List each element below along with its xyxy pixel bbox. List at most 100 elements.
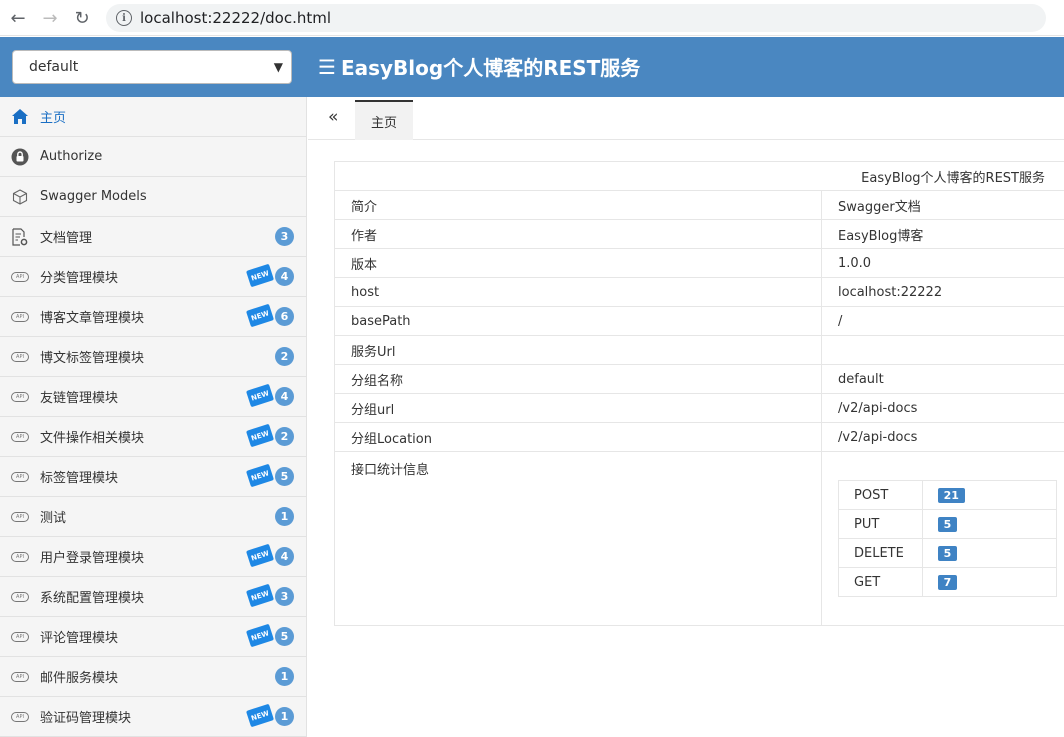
- sidebar-item-8[interactable]: API 文件操作相关模块 NEW 2: [0, 417, 306, 457]
- sidebar-item-10[interactable]: API 测试 1: [0, 497, 306, 537]
- api-count: 7: [937, 574, 958, 590]
- sidebar-item-label: 博客文章管理模块: [40, 311, 145, 326]
- http-method: DELETE: [838, 538, 923, 568]
- api-cloud-icon: API: [0, 471, 40, 482]
- count-badge: 2: [275, 347, 294, 366]
- info-key: 简介: [334, 190, 822, 220]
- document-settings-icon: [0, 227, 40, 246]
- info-row: 简介 Swagger文档: [334, 190, 1064, 220]
- api-cloud-icon: API: [0, 551, 40, 562]
- info-icon[interactable]: i: [116, 10, 132, 26]
- sidebar-item-12[interactable]: API 系统配置管理模块 NEW 3: [0, 577, 306, 617]
- page-title-text: EasyBlog个人博客的REST服务: [340, 56, 641, 80]
- sidebar-item-label: 主页: [40, 111, 67, 126]
- stats-item: PUT 5: [838, 509, 1058, 539]
- count-badge: 6: [275, 307, 294, 326]
- lock-icon: [0, 148, 40, 166]
- count-badge: 4: [275, 267, 294, 286]
- sidebar-item-7[interactable]: API 友链管理模块 NEW 4: [0, 377, 306, 417]
- sidebar-item-15[interactable]: API 验证码管理模块 NEW 1: [0, 697, 306, 737]
- chevron-down-icon: ▼: [273, 60, 283, 74]
- sidebar-item-13[interactable]: API 评论管理模块 NEW 5: [0, 617, 306, 657]
- new-badge: NEW: [245, 463, 275, 488]
- tab-bar: « 主页: [308, 97, 1064, 140]
- http-method: GET: [838, 567, 923, 597]
- sidebar-item-label: 评论管理模块: [40, 631, 119, 646]
- info-value: default: [821, 364, 1064, 394]
- sidebar-item-5[interactable]: API 博客文章管理模块 NEW 6: [0, 297, 306, 337]
- new-badge: NEW: [245, 423, 275, 448]
- sidebar-item-4[interactable]: API 分类管理模块 NEW 4: [0, 257, 306, 297]
- cube-icon: [0, 188, 40, 205]
- stats-item: POST 21: [838, 480, 1058, 510]
- api-count: 21: [937, 487, 965, 503]
- sidebar-item-14[interactable]: API 邮件服务模块 1: [0, 657, 306, 697]
- info-key: 服务Url: [334, 335, 822, 365]
- info-key: 分组Location: [334, 422, 822, 452]
- info-value: /v2/api-docs: [821, 422, 1064, 452]
- info-key: 分组名称: [334, 364, 822, 394]
- count-badge: 2: [275, 427, 294, 446]
- info-key: host: [334, 277, 822, 307]
- sidebar-item-label: Swagger Models: [40, 189, 147, 204]
- sidebar-item-label: 文件操作相关模块: [40, 431, 145, 446]
- sidebar-item-3[interactable]: 文档管理 3: [0, 217, 306, 257]
- forward-arrow-icon[interactable]: →: [38, 6, 62, 30]
- count-badge: 1: [275, 507, 294, 526]
- sidebar-item-label: 邮件服务模块: [40, 671, 119, 686]
- stats-cell: POST 21 PUT 5 DELETE 5 GET 7: [821, 451, 1064, 626]
- header-bar: default ▼ ☰ EasyBlog个人博客的REST服务: [0, 37, 1064, 97]
- new-badge: NEW: [245, 703, 275, 728]
- url-text: localhost:22222/doc.html: [140, 9, 332, 27]
- tab-home[interactable]: 主页: [355, 100, 413, 140]
- sidebar-item-11[interactable]: API 用户登录管理模块 NEW 4: [0, 537, 306, 577]
- sidebar-item-label: Authorize: [40, 149, 103, 164]
- info-row: host localhost:22222: [334, 277, 1064, 307]
- tab-home-label: 主页: [370, 115, 397, 131]
- api-cloud-icon: API: [0, 431, 40, 442]
- sidebar-item-label: 测试: [40, 511, 67, 526]
- api-cloud-icon: API: [0, 311, 40, 322]
- info-value: EasyBlog博客: [821, 219, 1064, 249]
- sidebar-item-label: 友链管理模块: [40, 391, 119, 406]
- api-count: 5: [937, 545, 958, 561]
- group-select[interactable]: default ▼: [12, 50, 292, 84]
- browser-toolbar: ← → ↻ i localhost:22222/doc.html: [0, 0, 1064, 36]
- count-badge: 4: [275, 547, 294, 566]
- sidebar-item-label: 文档管理: [40, 231, 93, 246]
- info-value: /: [821, 306, 1064, 336]
- collapse-sidebar-icon[interactable]: «: [328, 107, 338, 127]
- sidebar-item-6[interactable]: API 博文标签管理模块 2: [0, 337, 306, 377]
- sidebar-item-2[interactable]: Swagger Models: [0, 177, 306, 217]
- sidebar: 主页 Authorize Swagger Models 文档管理 3 API 分类管理模块 N…: [0, 97, 307, 737]
- new-badge: NEW: [245, 383, 275, 408]
- sidebar-item-1[interactable]: Authorize: [0, 137, 306, 177]
- back-arrow-icon[interactable]: ←: [6, 6, 30, 30]
- info-row: 分组名称 default: [334, 364, 1064, 394]
- sidebar-item-label: 博文标签管理模块: [40, 351, 145, 366]
- reload-icon[interactable]: ↻: [70, 6, 94, 30]
- group-select-value: default: [29, 59, 79, 75]
- info-row: 分组url/v2/api-docs: [334, 393, 1064, 423]
- info-value: Swagger文档: [821, 190, 1064, 220]
- sidebar-item-9[interactable]: API 标签管理模块 NEW 5: [0, 457, 306, 497]
- api-cloud-icon: API: [0, 711, 40, 722]
- address-bar[interactable]: i localhost:22222/doc.html: [106, 4, 1046, 32]
- menu-icon[interactable]: ☰: [318, 55, 336, 79]
- info-value: 1.0.0: [821, 248, 1064, 278]
- stats-item: GET 7: [838, 567, 1058, 597]
- page-title: ☰ EasyBlog个人博客的REST服务: [318, 52, 640, 81]
- info-value: /v2/api-docs: [821, 393, 1064, 423]
- info-table: EasyBlog个人博客的REST服务 简介 Swagger文档 作者 EasyBlo…: [334, 161, 1064, 626]
- info-key: 分组url: [334, 393, 822, 423]
- home-icon: [0, 109, 40, 124]
- count-badge: 4: [275, 387, 294, 406]
- info-row: 服务Url: [334, 335, 1064, 365]
- api-cloud-icon: API: [0, 591, 40, 602]
- sidebar-item-0[interactable]: 主页: [0, 97, 306, 137]
- http-method: POST: [838, 480, 923, 510]
- info-key: 版本: [334, 248, 822, 278]
- count-badge: 5: [275, 627, 294, 646]
- info-key: 作者: [334, 219, 822, 249]
- new-badge: NEW: [245, 583, 275, 608]
